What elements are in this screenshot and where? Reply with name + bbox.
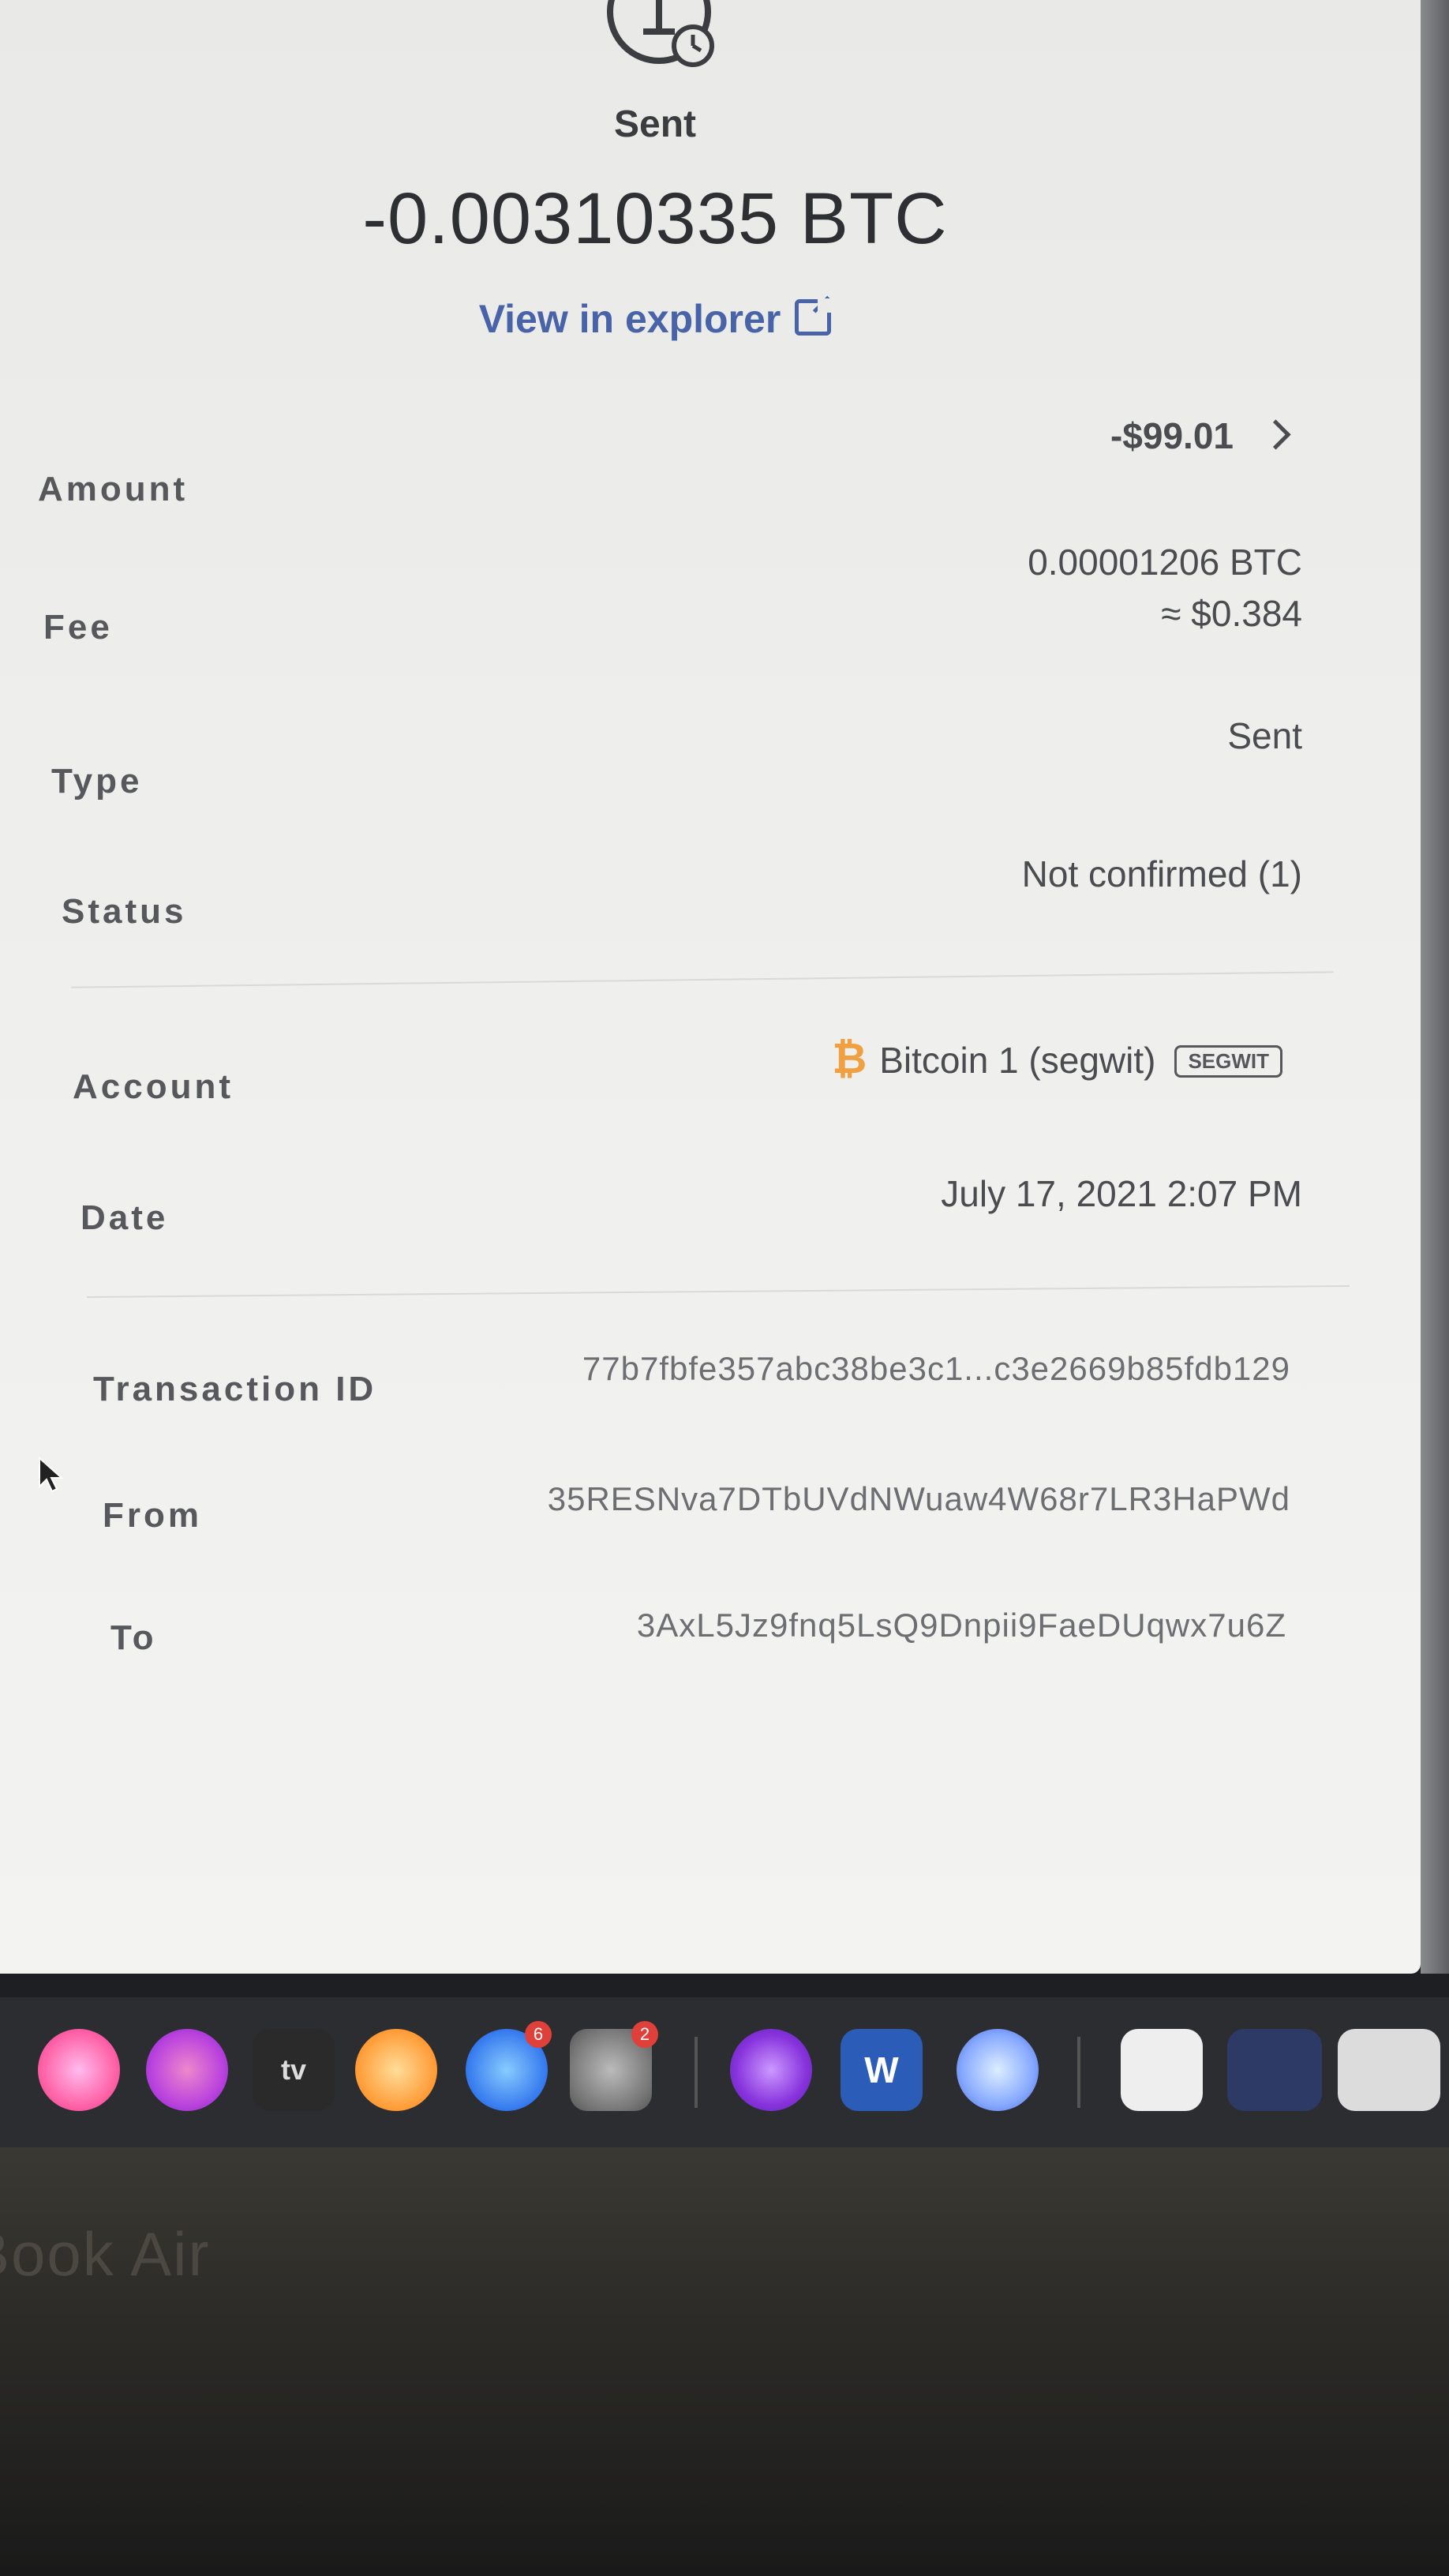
status-label: Status (62, 892, 187, 931)
dock-separator (695, 2037, 698, 2108)
laptop-brand-text: Book Air (0, 2219, 211, 2289)
appletv-label: tv (280, 2053, 306, 2086)
transaction-amount: -0.00310335 BTC (362, 178, 948, 259)
dock-separator (1077, 2037, 1080, 2108)
background-window-edge (1421, 0, 1449, 1974)
date-label: Date (80, 1198, 169, 1237)
external-link-icon (795, 298, 833, 336)
transaction-id-label: Transaction ID (93, 1370, 377, 1408)
appstore-badge: 6 (525, 2021, 552, 2048)
word-icon[interactable]: W (841, 2029, 923, 2111)
tor-browser-icon[interactable] (730, 2029, 812, 2111)
transaction-details-panel: Sent -0.00310335 BTC View in explorer Am… (0, 0, 1421, 1974)
sent-status-icon (607, 0, 714, 67)
to-label: To (110, 1618, 157, 1657)
explorer-link-label: View in explorer (478, 297, 781, 341)
from-address[interactable]: 35RESNva7DTbUVdNWuaw4W68r7LR3HaPWd (548, 1480, 1290, 1518)
fee-fiat-value: ≈ $0.384 (1161, 593, 1302, 634)
divider (71, 971, 1334, 988)
amount-fiat-value[interactable]: -$99.01 (1110, 414, 1291, 457)
segwit-badge: SEGWIT (1174, 1045, 1282, 1078)
books-icon[interactable] (355, 2029, 437, 2111)
fee-label: Fee (43, 608, 113, 647)
sysprefs-badge: 2 (631, 2021, 658, 2048)
chevron-right-icon (1260, 419, 1291, 450)
status-title: Sent (613, 103, 696, 145)
music-icon[interactable] (38, 2029, 120, 2111)
window-icon[interactable] (1227, 2029, 1322, 2111)
appletv-icon[interactable]: tv (253, 2029, 335, 2111)
account-label: Account (73, 1067, 234, 1106)
amount-fiat-text: -$99.01 (1110, 415, 1234, 456)
account-value[interactable]: ₿ Bitcoin 1 (segwit) SEGWIT (832, 1034, 1282, 1083)
finder-window-icon[interactable] (1338, 2029, 1440, 2111)
laptop-bezel (0, 2147, 1449, 2576)
type-label: Type (51, 762, 143, 801)
status-value: Not confirmed (1) (1021, 853, 1302, 894)
sync-icon[interactable] (957, 2029, 1039, 2111)
bitcoin-icon: ₿ (832, 1035, 867, 1082)
transaction-id-value[interactable]: 77b7fbfe357abc38be3c1...c3e2669b85fdb129 (582, 1350, 1290, 1388)
mouse-cursor-icon (39, 1457, 64, 1493)
account-name: Bitcoin 1 (segwit) (879, 1040, 1156, 1081)
podcasts-icon[interactable] (146, 2029, 228, 2111)
to-address[interactable]: 3AxL5Jz9fnq5LsQ9Dnpii9FaeDUqwx7u6Z (637, 1607, 1286, 1644)
view-in-explorer-link[interactable]: View in explorer (0, 296, 1310, 342)
amount-label: Amount (38, 470, 189, 508)
dock: tv 6 2 W (0, 1997, 1449, 2147)
divider (87, 1285, 1350, 1298)
fee-btc-value: 0.00001206 BTC (1028, 542, 1302, 583)
date-value: July 17, 2021 2:07 PM (941, 1173, 1302, 1214)
type-value: Sent (1227, 715, 1302, 756)
from-label: From (103, 1496, 202, 1535)
screen: Sent -0.00310335 BTC View in explorer Am… (0, 0, 1449, 2171)
keychain-icon[interactable] (1121, 2029, 1203, 2111)
